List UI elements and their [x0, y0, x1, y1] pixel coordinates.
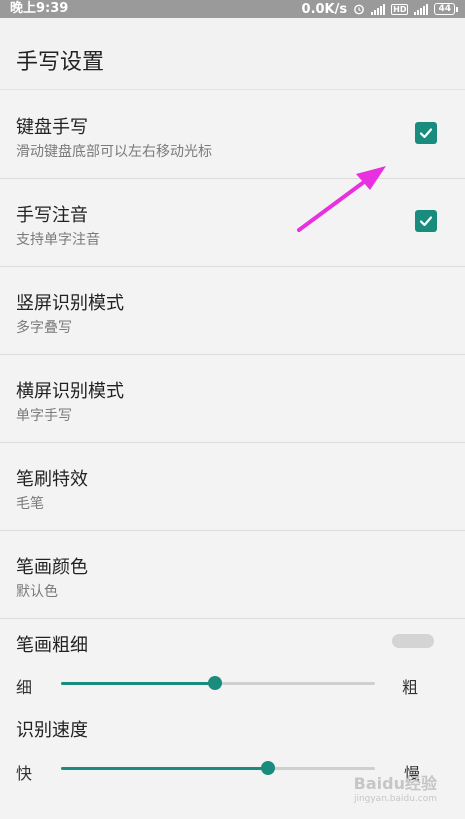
- watermark-url: jingyan.baidu.com: [353, 794, 437, 804]
- annotation-arrow-icon: [297, 166, 386, 232]
- watermark: Baidu经验 jingyan.baidu.com: [354, 770, 437, 804]
- watermark-logo: Baidu经验: [353, 774, 437, 793]
